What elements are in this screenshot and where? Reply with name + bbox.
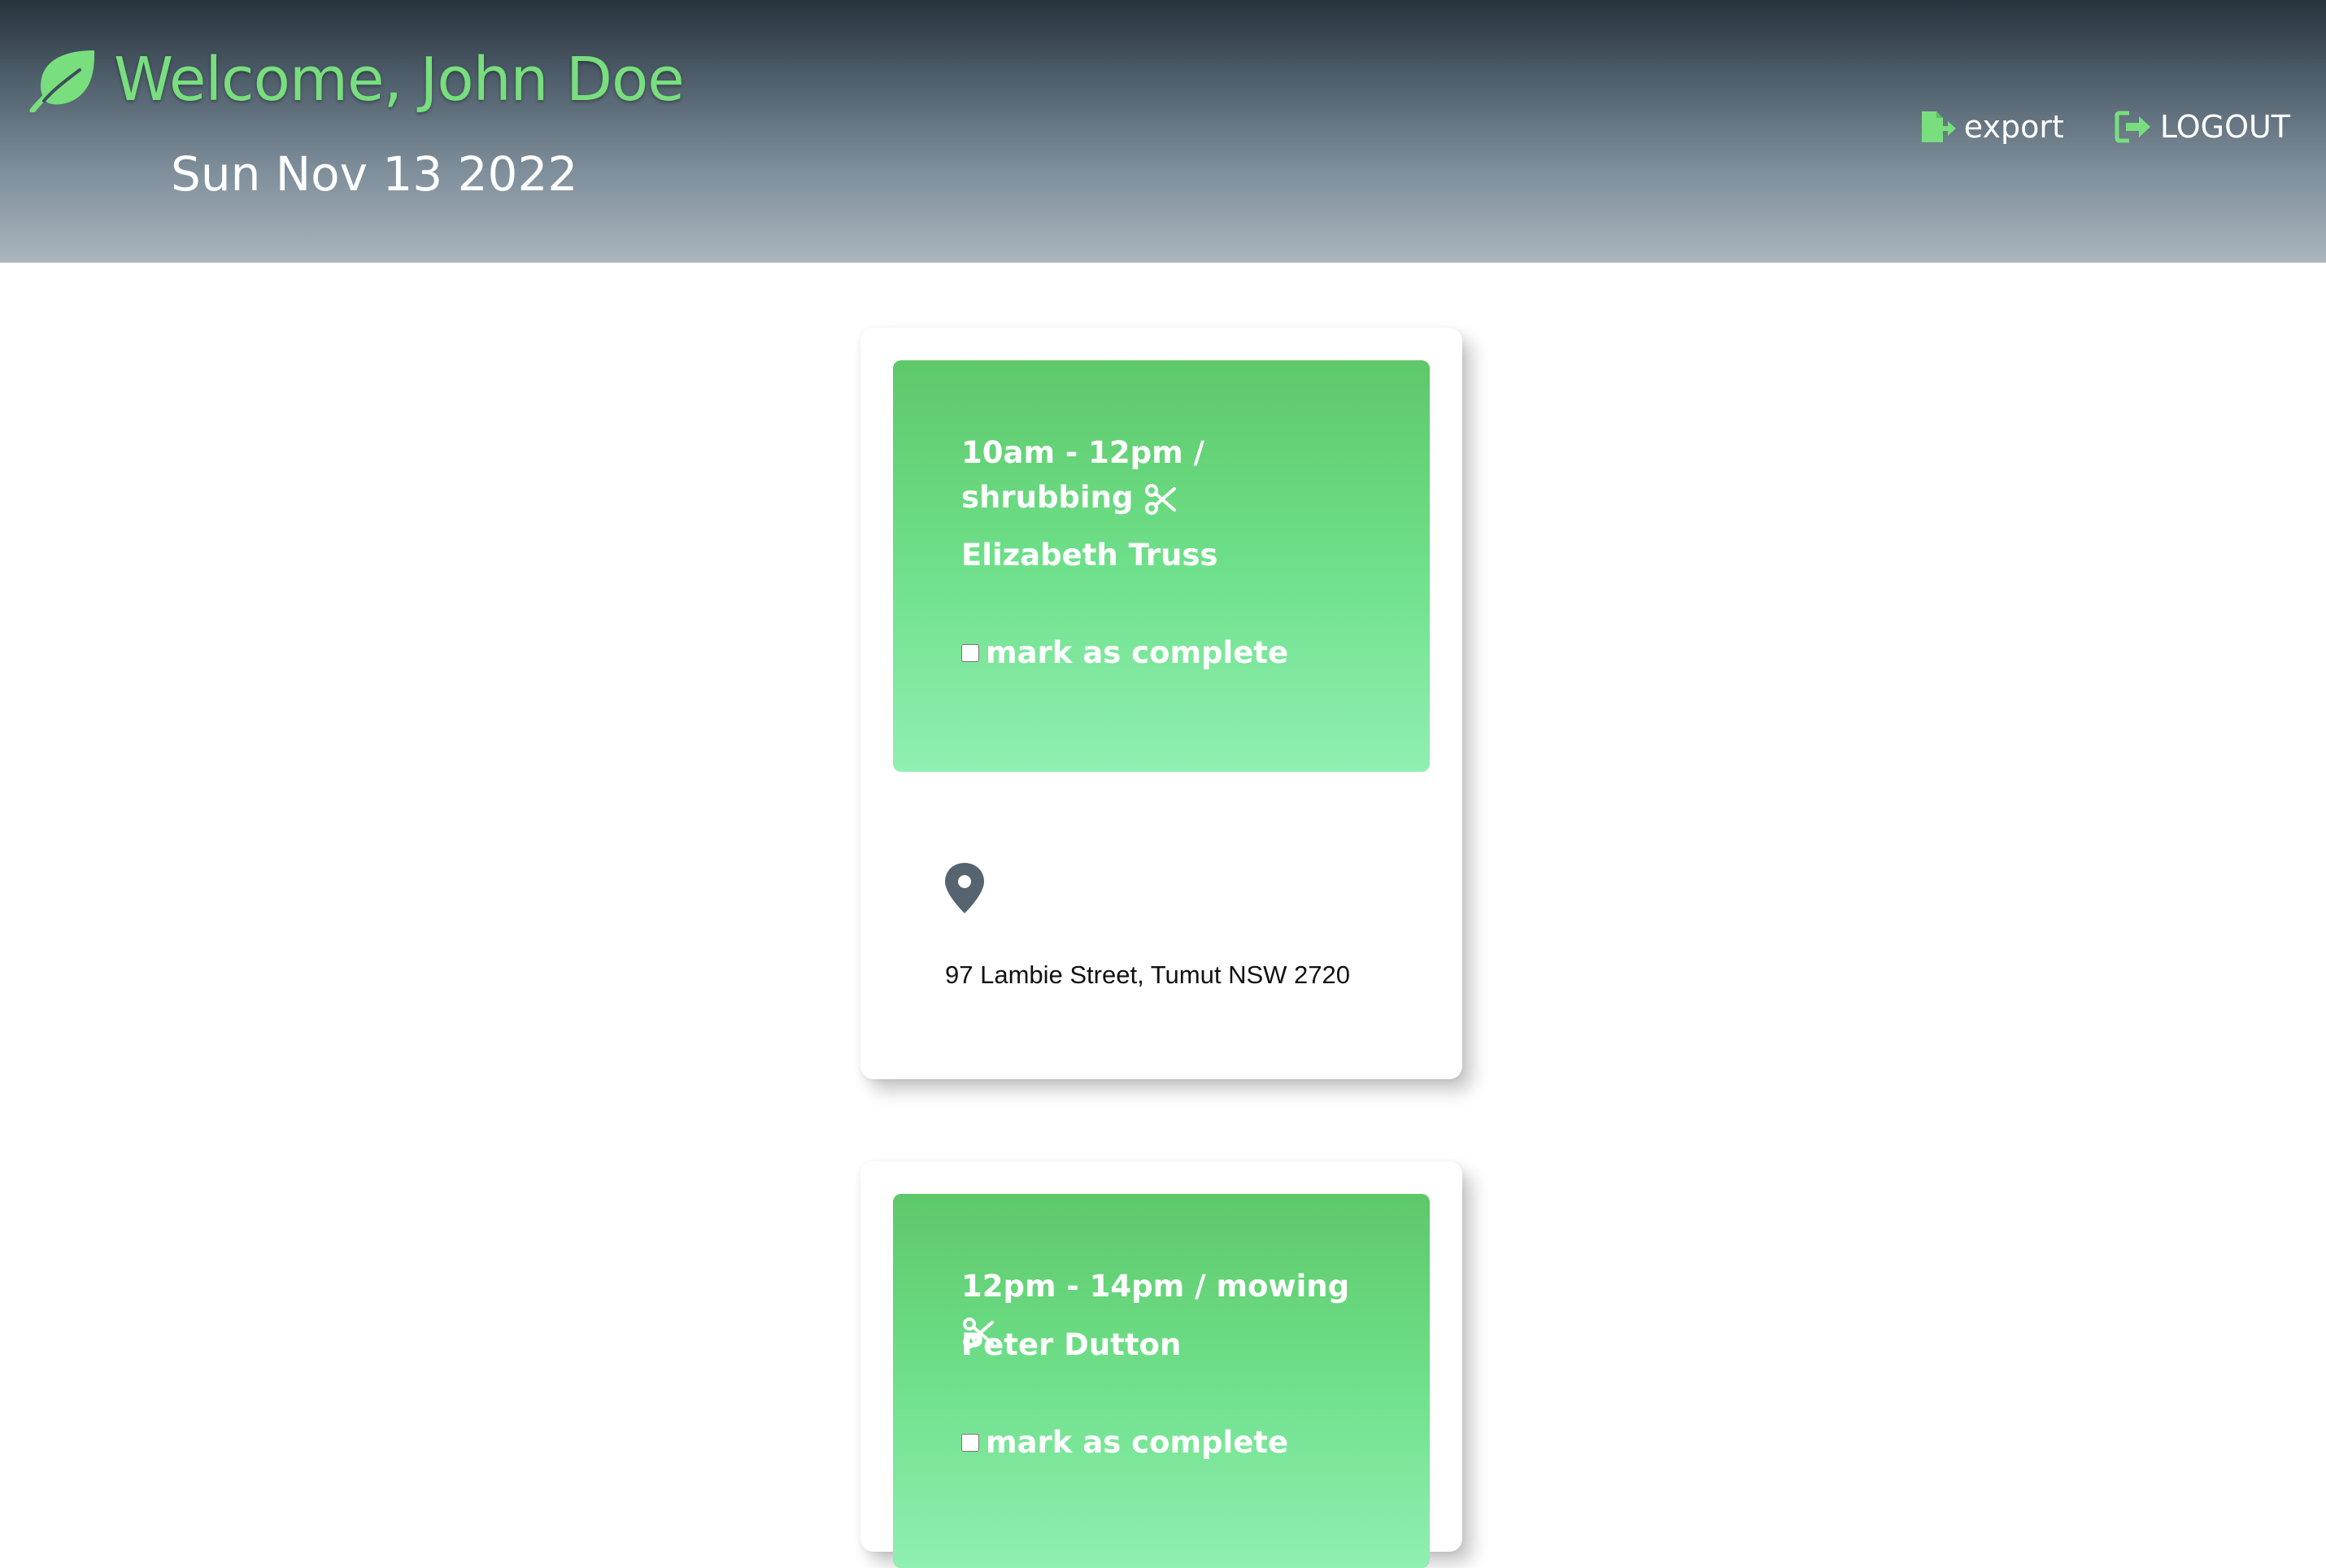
logout-label: LOGOUT	[2159, 109, 2290, 145]
client-name: Elizabeth Truss	[961, 538, 1218, 573]
logout-link[interactable]: LOGOUT	[2115, 109, 2290, 145]
job-time-task-text: 12pm - 14pm / mowing	[961, 1269, 1350, 1304]
header-nav: export LOGOUT	[1868, 109, 2290, 145]
job-panel: 10am - 12pm / shrubbing Elizabeth Truss …	[893, 360, 1430, 772]
mark-complete-label: mark as complete	[986, 635, 1289, 670]
app-header: Welcome, John Doe Sun Nov 13 2022 export	[0, 0, 2326, 263]
welcome-title: Welcome, John Doe	[114, 45, 685, 115]
current-date: Sun Nov 13 2022	[171, 146, 578, 202]
leaf-icon	[29, 47, 101, 114]
job-card: 10am - 12pm / shrubbing Elizabeth Truss …	[860, 328, 1462, 1079]
brand: Welcome, John Doe	[29, 45, 685, 115]
mark-complete-checkbox[interactable]	[961, 1433, 979, 1452]
job-address: 97 Lambie Street, Tumut NSW 2720	[945, 960, 1350, 989]
export-icon	[1919, 110, 1958, 144]
export-link[interactable]: export	[1919, 109, 2064, 145]
mark-complete-checkbox[interactable]	[961, 643, 979, 662]
mark-complete-control[interactable]: mark as complete	[961, 1425, 1288, 1460]
export-label: export	[1963, 109, 2064, 145]
job-panel: 12pm - 14pm / mowing Peter Dutton mark a…	[893, 1194, 1430, 1568]
mark-complete-label: mark as complete	[986, 1425, 1289, 1460]
job-time-task: 10am - 12pm / shrubbing	[961, 430, 1384, 520]
scissors-icon	[1143, 482, 1178, 516]
job-card: 12pm - 14pm / mowing Peter Dutton mark a…	[860, 1161, 1462, 1568]
logout-icon	[2115, 110, 2154, 144]
mark-complete-control[interactable]: mark as complete	[961, 635, 1288, 670]
client-name: Peter Dutton	[961, 1327, 1182, 1362]
map-pin-icon	[943, 861, 986, 915]
